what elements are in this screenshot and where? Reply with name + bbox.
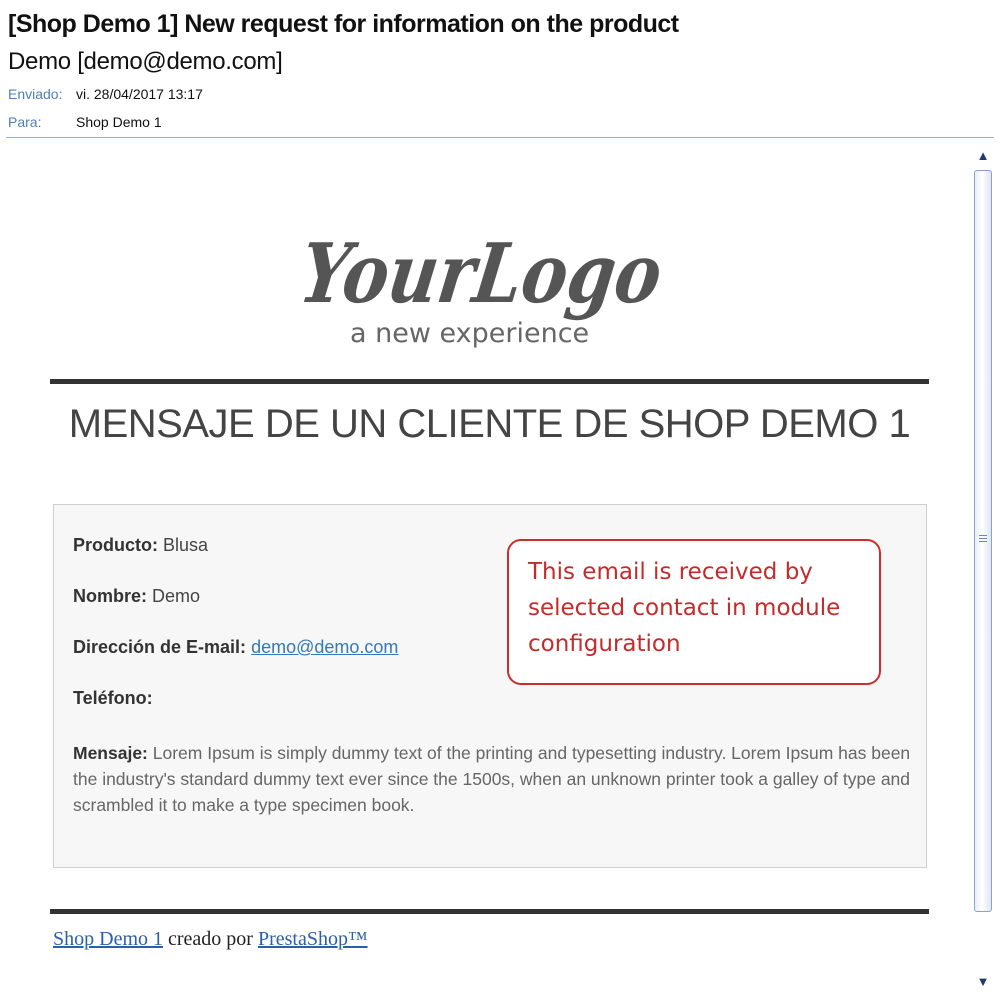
vertical-scrollbar[interactable]: ▲ ▼ bbox=[972, 146, 994, 992]
bottom-divider bbox=[50, 909, 929, 914]
shop-link[interactable]: Shop Demo 1 bbox=[53, 928, 163, 950]
product-field: Producto: Blusa bbox=[73, 535, 208, 556]
to-row: Para: Shop Demo 1 bbox=[8, 114, 162, 130]
message-label: Mensaje: bbox=[73, 743, 148, 763]
email-body-viewport: YourLogo a new experience MENSAJE DE UN … bbox=[0, 142, 968, 1000]
product-value: Blusa bbox=[163, 535, 209, 555]
name-value: Demo bbox=[152, 586, 201, 606]
message-value: Lorem Ipsum is simply dummy text of the … bbox=[73, 743, 911, 815]
message-field: Mensaje: Lorem Ipsum is simply dummy tex… bbox=[73, 740, 911, 818]
email-header: [Shop Demo 1] New request for informatio… bbox=[0, 0, 1000, 140]
name-label: Nombre: bbox=[73, 586, 148, 606]
header-divider bbox=[6, 137, 994, 138]
grip-icon bbox=[979, 535, 987, 544]
logo: YourLogo a new experience bbox=[294, 226, 664, 349]
to-label: Para: bbox=[8, 114, 42, 130]
email-link[interactable]: demo@demo.com bbox=[251, 637, 398, 657]
name-field: Nombre: Demo bbox=[73, 586, 200, 607]
to-value[interactable]: Shop Demo 1 bbox=[76, 114, 162, 130]
arrow-down-icon[interactable]: ▼ bbox=[972, 972, 994, 992]
message-title: MENSAJE DE UN CLIENTE DE SHOP DEMO 1 bbox=[68, 402, 911, 446]
sent-row: Enviado: vi. 28/04/2017 13:17 bbox=[8, 86, 203, 102]
annotation-callout: This email is received by selected conta… bbox=[507, 539, 881, 685]
prestashop-link[interactable]: PrestaShop™ bbox=[258, 928, 368, 950]
email-footer: Shop Demo 1 creado por PrestaShop™ bbox=[53, 928, 368, 951]
email-field: Dirección de E-mail: demo@demo.com bbox=[73, 637, 398, 658]
logo-tagline: a new experience bbox=[350, 318, 589, 349]
sent-label: Enviado: bbox=[8, 86, 63, 102]
phone-field: Teléfono: bbox=[73, 688, 153, 709]
scrollbar-thumb[interactable] bbox=[974, 170, 992, 912]
email-subject: [Shop Demo 1] New request for informatio… bbox=[8, 10, 679, 38]
sent-value: vi. 28/04/2017 13:17 bbox=[76, 86, 203, 102]
phone-label: Teléfono: bbox=[73, 688, 153, 708]
created-by-text: creado por bbox=[168, 928, 253, 950]
callout-text: This email is received by selected conta… bbox=[528, 559, 841, 657]
logo-main-text: YourLogo bbox=[294, 226, 664, 322]
product-label: Producto: bbox=[73, 535, 158, 555]
email-sender[interactable]: Demo [demo@demo.com] bbox=[8, 48, 283, 76]
top-divider bbox=[50, 379, 929, 384]
arrow-up-icon[interactable]: ▲ bbox=[972, 146, 994, 166]
email-label: Dirección de E-mail: bbox=[73, 637, 247, 657]
